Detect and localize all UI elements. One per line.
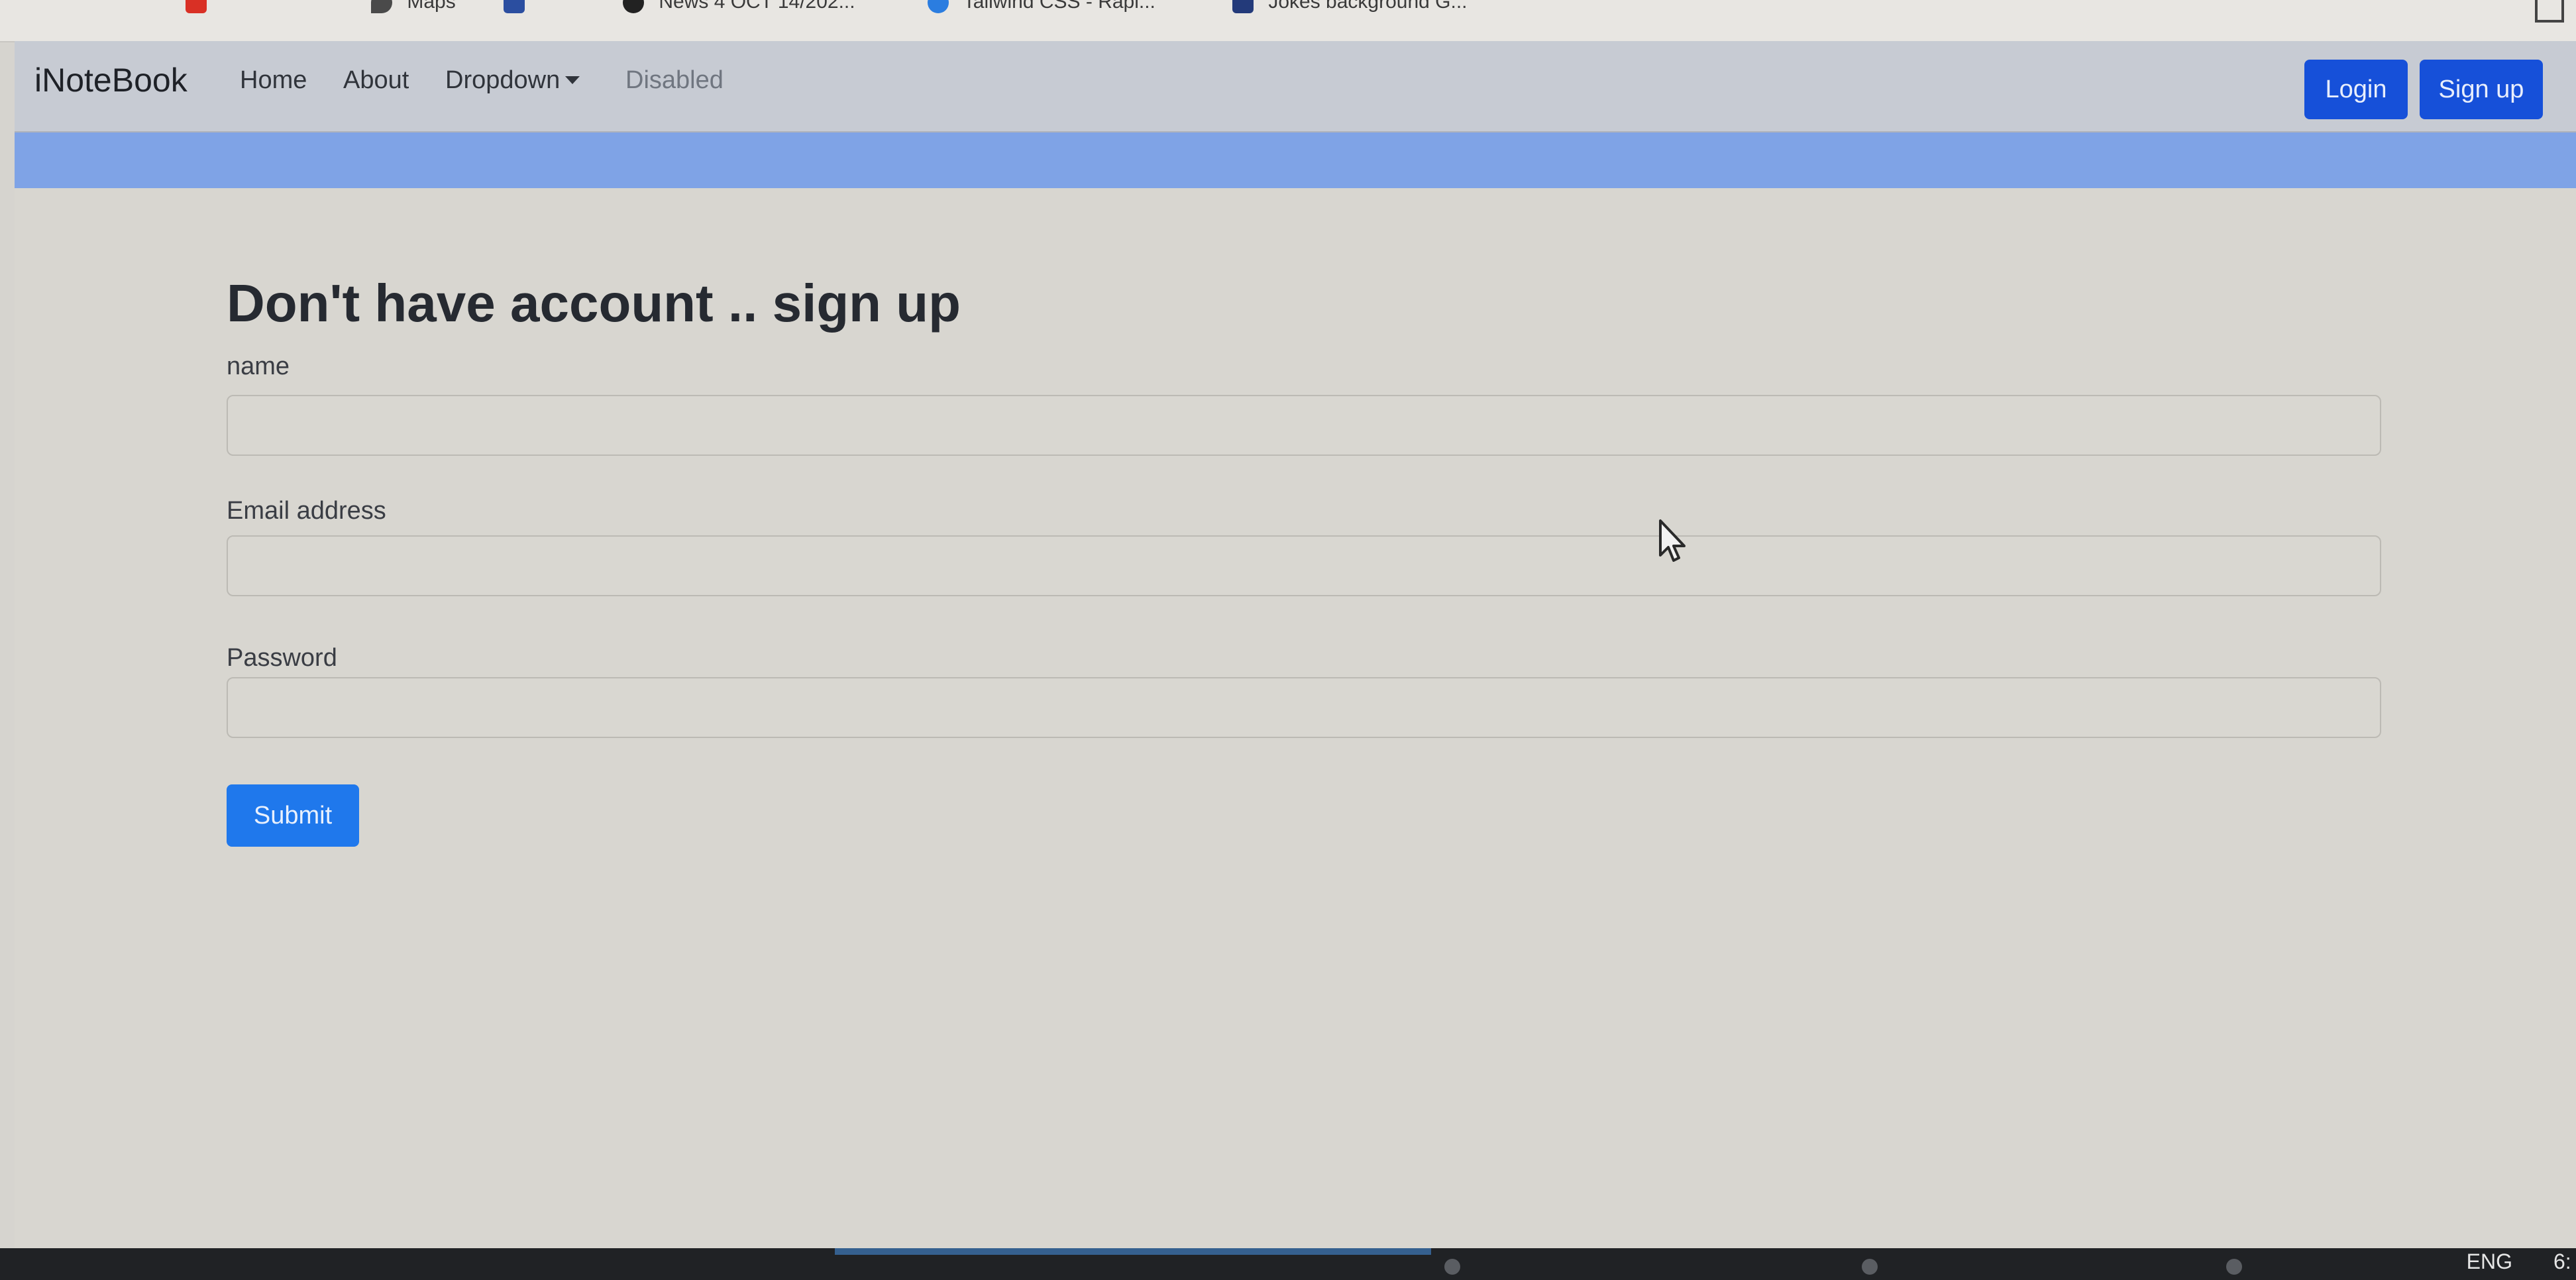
email-field[interactable] xyxy=(227,535,2381,596)
bookmark-label: Jokes background G... xyxy=(1268,0,1468,13)
nav-dropdown[interactable]: Dropdown xyxy=(445,66,580,95)
navbar-brand[interactable]: iNoteBook xyxy=(34,61,188,99)
bookmark-item[interactable]: Jokes background G... xyxy=(1232,0,1468,14)
bookmark-label: News 4 OCT 14/202... xyxy=(659,0,855,13)
taskbar-app-icon[interactable] xyxy=(1862,1259,1878,1275)
bookmark-item[interactable]: Maps xyxy=(371,0,456,14)
mouse-cursor-icon xyxy=(1659,519,1686,562)
main-content: Don't have account .. sign up name Email… xyxy=(15,188,2576,1248)
alert-banner xyxy=(15,133,2576,190)
bookmark-item[interactable]: News 4 OCT 14/202... xyxy=(623,0,855,14)
taskbar-app-icon[interactable] xyxy=(2226,1259,2242,1275)
window-restore-icon[interactable] xyxy=(2535,0,2564,23)
submit-button[interactable]: Submit xyxy=(227,784,359,847)
nav-home[interactable]: Home xyxy=(240,66,307,95)
bookmark-item[interactable]: Tailwind CSS - Rapi... xyxy=(928,0,1155,14)
red-tab-icon xyxy=(186,0,207,14)
name-label: name xyxy=(227,352,290,380)
page-title: Don't have account .. sign up xyxy=(227,274,961,333)
navbar: iNoteBook Home About Dropdown Disabled L… xyxy=(15,41,2576,133)
email-label: Email address xyxy=(227,497,386,525)
image-icon xyxy=(1232,0,1254,14)
password-field[interactable] xyxy=(227,677,2381,738)
tab-icon xyxy=(504,0,525,14)
bookmark-label: Tailwind CSS - Rapi... xyxy=(963,0,1155,13)
taskbar-clock[interactable]: 6: xyxy=(2553,1250,2576,1274)
taskbar-active-indicator xyxy=(835,1248,1431,1255)
maps-pin-icon xyxy=(371,0,392,14)
bookmark-item[interactable] xyxy=(504,0,534,14)
nav-dropdown-label: Dropdown xyxy=(445,66,561,94)
github-icon xyxy=(623,0,644,14)
screen: Maps News 4 OCT 14/202... Tailwind CSS -… xyxy=(0,0,2576,1280)
bookmark-label: Maps xyxy=(407,0,456,13)
nav-disabled: Disabled xyxy=(625,66,724,94)
caret-down-icon xyxy=(565,76,580,84)
taskbar-app-icon[interactable] xyxy=(1444,1259,1460,1275)
nav-about[interactable]: About xyxy=(343,66,409,95)
tailwind-icon xyxy=(928,0,949,14)
name-field[interactable] xyxy=(227,395,2381,456)
login-button[interactable]: Login xyxy=(2304,60,2408,119)
signup-button[interactable]: Sign up xyxy=(2420,60,2543,119)
taskbar: ENG 6: xyxy=(0,1248,2576,1280)
language-indicator[interactable]: ENG xyxy=(2467,1250,2512,1274)
bookmarks-bar: Maps News 4 OCT 14/202... Tailwind CSS -… xyxy=(0,0,2576,42)
bookmark-item[interactable] xyxy=(186,0,216,14)
password-label: Password xyxy=(227,644,337,672)
